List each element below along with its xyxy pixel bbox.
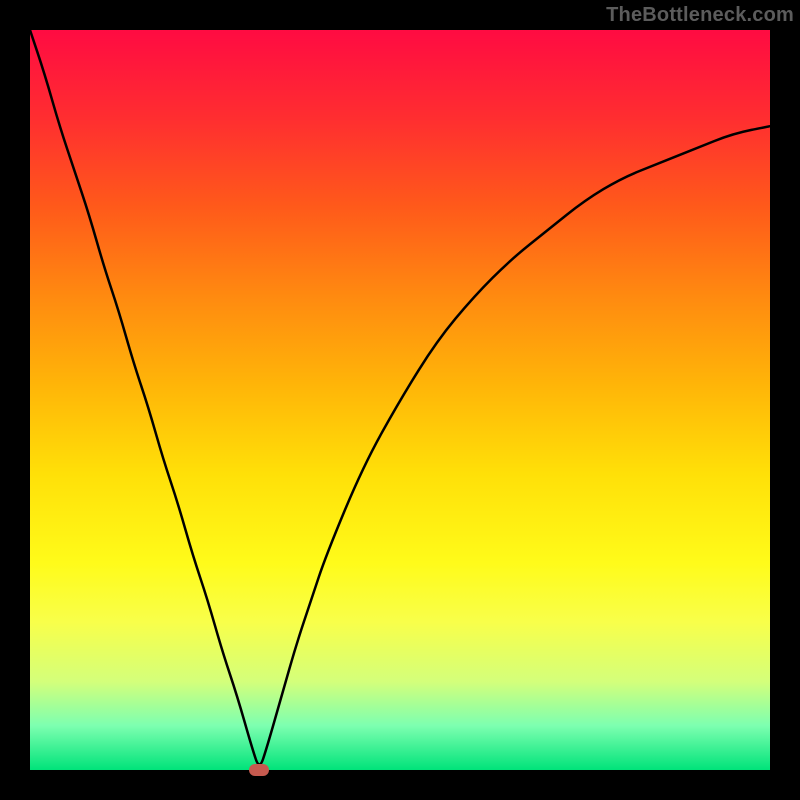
chart-frame: TheBottleneck.com	[0, 0, 800, 800]
bottleneck-curve	[30, 30, 770, 764]
watermark-text: TheBottleneck.com	[606, 4, 794, 27]
plot-area	[30, 30, 770, 770]
curve-layer	[30, 30, 770, 770]
minimum-marker	[249, 764, 269, 776]
